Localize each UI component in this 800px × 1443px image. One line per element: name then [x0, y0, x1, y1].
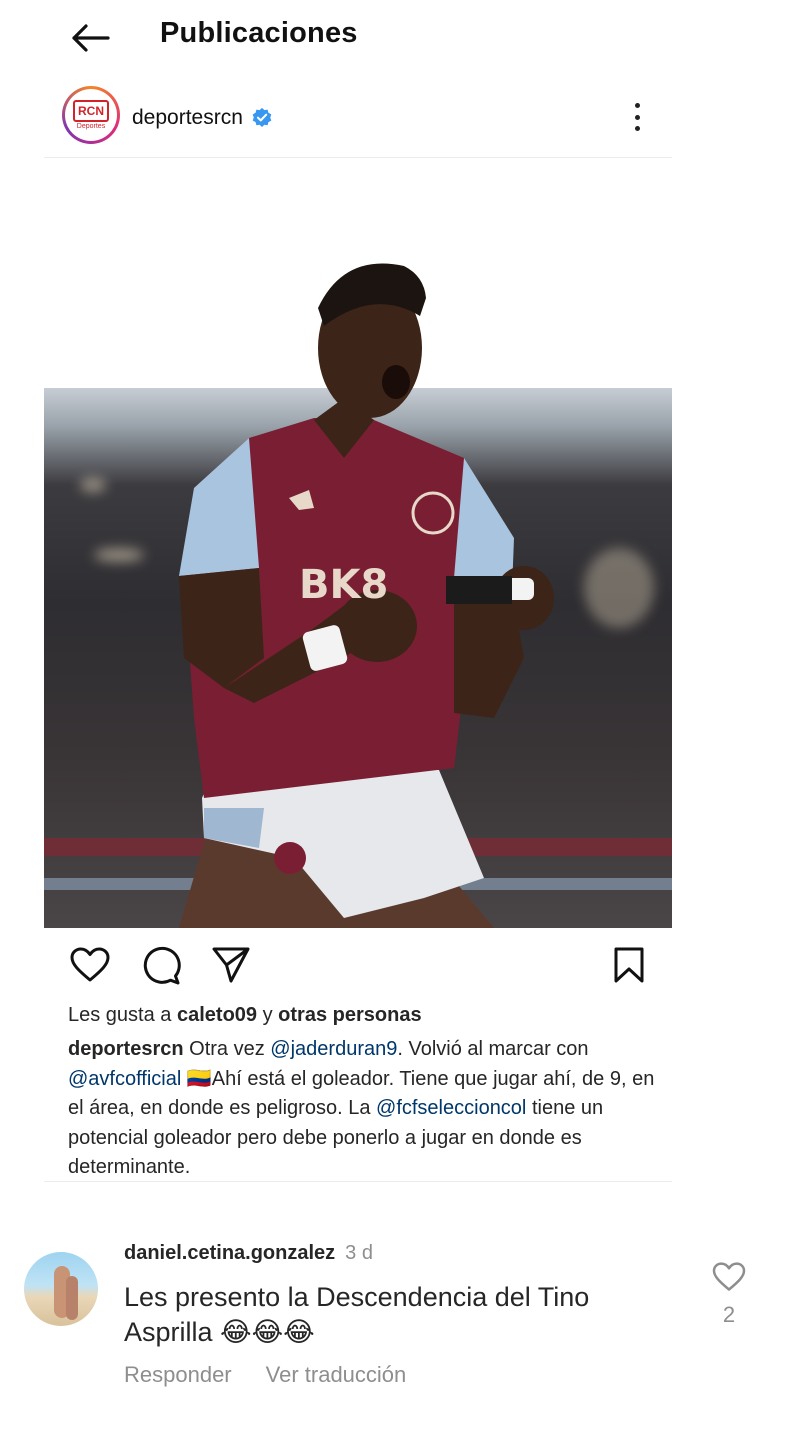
rcn-logo-sub: Deportes	[76, 123, 106, 130]
like-button[interactable]	[69, 944, 111, 986]
comment-button[interactable]	[140, 944, 182, 986]
send-icon	[212, 947, 250, 983]
likes-prefix: Les gusta a	[68, 1004, 172, 1026]
post-image[interactable]: BK8	[44, 158, 672, 928]
comment-header: daniel.cetina.gonzalez 3 d	[124, 1242, 373, 1265]
page-title: Publicaciones	[160, 17, 358, 49]
rcn-deportes-logo: RCN Deportes	[65, 89, 117, 141]
comment-text: Les presento la Descendencia del Tino As…	[124, 1282, 590, 1347]
more-dot	[634, 103, 640, 108]
post-header: RCN Deportes deportesrcn	[44, 80, 672, 158]
rcn-logo-mark: RCN	[73, 100, 109, 122]
save-button[interactable]	[608, 944, 650, 986]
likes-summary[interactable]: Les gusta a caleto09 y otras personas	[68, 1004, 422, 1027]
more-options-button[interactable]	[622, 100, 652, 134]
more-dot	[634, 114, 640, 120]
author-username-row[interactable]: deportesrcn	[132, 106, 273, 130]
commenter-avatar[interactable]	[24, 1252, 98, 1326]
verified-badge-icon	[252, 107, 272, 127]
comment-like-button[interactable]	[710, 1260, 748, 1294]
back-button[interactable]	[66, 18, 114, 58]
likes-connector: y	[262, 1004, 273, 1026]
see-translation-button[interactable]: Ver traducción	[266, 1362, 407, 1387]
mention-link[interactable]: @fcfseleccioncol	[376, 1097, 526, 1119]
mention-link[interactable]: @jaderduran9	[270, 1038, 397, 1060]
player-figure: BK8	[179, 263, 554, 928]
commenter-username[interactable]: daniel.cetina.gonzalez	[124, 1242, 335, 1264]
heart-icon	[712, 1262, 746, 1291]
colombia-flag-emoji: 🇨🇴	[186, 1067, 212, 1090]
comment-timestamp: 3 d	[345, 1242, 373, 1264]
caption-username[interactable]: deportesrcn	[68, 1038, 184, 1060]
caption-text: . Volvió al marcar con	[397, 1038, 589, 1060]
share-button[interactable]	[210, 944, 252, 986]
svg-text:BK8: BK8	[299, 562, 388, 608]
top-bar: Publicaciones	[0, 0, 800, 75]
comment-like-count: 2	[722, 1302, 736, 1327]
post-caption: deportesrcn Otra vez @jaderduran9. Volvi…	[68, 1035, 668, 1183]
heart-icon	[70, 947, 110, 982]
caption-text: Otra vez	[189, 1038, 265, 1060]
bookmark-icon	[614, 947, 644, 983]
arrow-left-icon	[72, 24, 110, 52]
more-dot	[634, 126, 640, 131]
reply-button[interactable]: Responder	[124, 1362, 232, 1387]
mention-link[interactable]: @avfcofficial	[68, 1068, 181, 1090]
post-actions	[44, 940, 672, 990]
comment-icon	[143, 946, 181, 985]
author-username[interactable]: deportesrcn	[132, 106, 243, 130]
divider	[44, 1181, 672, 1182]
avatar-photo-figure	[66, 1276, 78, 1320]
likes-others[interactable]: otras personas	[278, 1004, 421, 1026]
comment-actions: Responder Ver traducción	[124, 1362, 406, 1388]
comment-item: daniel.cetina.gonzalez 3 d Les presento l…	[0, 1230, 800, 1410]
likes-first-user[interactable]: caleto09	[177, 1004, 257, 1026]
author-avatar[interactable]: RCN Deportes	[62, 86, 120, 144]
